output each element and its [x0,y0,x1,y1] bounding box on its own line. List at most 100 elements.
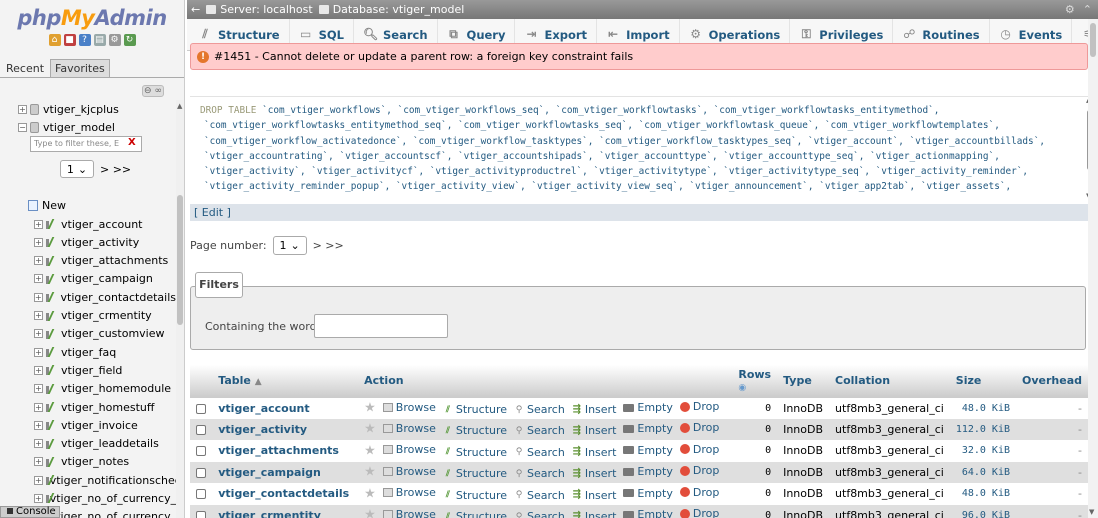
row-size[interactable]: 32.0 KiB [949,440,1016,462]
expand-node-icon[interactable]: + [34,439,43,449]
expand-node-icon[interactable]: + [34,365,43,375]
table-row[interactable]: vtiger_activity ★ Browse ⫽ Structure ⚲ Search… [190,418,1088,440]
expand-node-icon[interactable]: + [18,104,27,114]
nav-scrollbar[interactable]: ▲ [176,100,184,518]
edit-link[interactable]: [ Edit ] [194,206,231,219]
tree-table[interactable]: + vtiger_contactdetails [0,288,176,306]
action-insert[interactable]: ⇶ Insert [572,424,617,437]
action-structure[interactable]: ⫽ Structure [443,403,507,416]
reload-icon[interactable]: ↻ [123,34,136,46]
action-drop[interactable]: Drop [679,400,719,413]
action-search[interactable]: ⚲ Search [514,467,565,480]
home-icon[interactable]: ⌂ [48,34,61,46]
row-checkbox[interactable] [196,424,206,435]
table-filter-input[interactable]: Type to filter these, E [30,136,142,152]
action-search[interactable]: ⚲ Search [514,403,565,416]
favorite-star-icon[interactable]: ★ [364,486,376,501]
table-row[interactable]: vtiger_campaign ★ Browse ⫽ Structure ⚲ Search… [190,461,1088,483]
favorite-star-icon[interactable]: ★ [364,422,376,437]
header-rows[interactable]: Rows ◉ [732,365,778,398]
action-search[interactable]: ⚲ Search [514,510,565,518]
table-name[interactable]: vtiger_attachments [212,440,359,462]
page-scrollbar[interactable]: ▼ [1088,19,1098,518]
action-empty[interactable]: Empty [623,401,673,414]
header-overhead[interactable]: Overhead [1016,365,1088,398]
table-name[interactable]: vtiger_activity [212,418,359,440]
row-checkbox[interactable] [196,489,206,500]
expand-node-icon[interactable]: + [34,457,43,467]
favorite-star-icon[interactable]: ★ [364,443,376,458]
tree-table[interactable]: + vtiger_field [0,361,176,379]
expand-node-icon[interactable]: + [34,311,43,321]
collapse-node-icon[interactable]: − [18,122,27,132]
expand-node-icon[interactable]: + [34,402,43,412]
tree-table[interactable]: + vtiger_attachments [0,251,176,269]
tree-table[interactable]: + vtiger_notes [0,453,176,471]
breadcrumb-database[interactable]: Database: vtiger_model [318,3,464,16]
tree-new-table[interactable]: New [0,197,176,215]
row-size[interactable]: 48.0 KiB [949,483,1016,505]
tree-table[interactable]: + vtiger_activity [0,233,176,251]
expand-node-icon[interactable]: + [34,329,43,339]
expand-node-icon[interactable]: + [34,292,43,302]
action-empty[interactable]: Empty [623,508,673,518]
favorite-star-icon[interactable]: ★ [364,401,376,416]
action-search[interactable]: ⚲ Search [514,489,565,502]
nav-scrollbar-thumb[interactable] [177,195,183,325]
clear-filter-icon[interactable]: X [128,137,136,148]
action-structure[interactable]: ⫽ Structure [443,489,507,502]
table-name[interactable]: vtiger_contactdetails [212,483,359,505]
tree-table[interactable]: + vtiger_homestuff [0,398,176,416]
sql-docs-icon[interactable]: ▤ [93,34,106,46]
expand-node-icon[interactable]: + [34,237,43,247]
row-checkbox[interactable] [196,467,206,478]
table-name[interactable]: vtiger_crmentity [212,504,359,518]
back-arrow-icon[interactable]: ← [191,3,200,16]
settings-icon[interactable]: ⚙ [1065,3,1075,16]
action-insert[interactable]: ⇶ Insert [572,446,617,459]
row-size[interactable]: 96.0 KiB [949,504,1016,518]
expand-node-icon[interactable]: + [34,347,43,357]
action-insert[interactable]: ⇶ Insert [572,403,617,416]
row-checkbox[interactable] [196,446,206,457]
favorite-star-icon[interactable]: ★ [364,465,376,480]
settings-icon[interactable]: ⚙ [108,34,121,46]
tree-table[interactable]: + vtiger_no_of_currency_ [0,489,176,507]
expand-node-icon[interactable]: + [34,420,43,430]
row-size[interactable]: 64.0 KiB [949,461,1016,483]
tree-table[interactable]: + vtiger_leaddetails [0,434,176,452]
action-drop[interactable]: Drop [679,486,719,499]
page-number-select[interactable]: 1 ⌄ [272,236,307,255]
next-page-link[interactable]: > >> [313,239,344,252]
tree-table[interactable]: + vtiger_campaign [0,270,176,288]
action-empty[interactable]: Empty [623,444,673,457]
action-empty[interactable]: Empty [623,465,673,478]
action-search[interactable]: ⚲ Search [514,446,565,459]
header-table[interactable]: Table ▲ [212,365,359,398]
filter-input[interactable] [314,314,448,338]
tree-page-select[interactable]: 1 ⌄ [60,160,94,178]
expand-node-icon[interactable]: + [34,256,43,266]
expand-node-icon[interactable]: + [34,384,43,394]
tree-table[interactable]: + vtiger_invoice [0,416,176,434]
tree-table[interactable]: + vtiger_account [0,215,176,233]
action-browse[interactable]: Browse [382,443,436,456]
table-row[interactable]: vtiger_contactdetails ★ Browse ⫽ Structure ⚲… [190,483,1088,505]
expand-node-icon[interactable]: + [34,493,43,503]
breadcrumb-server[interactable]: Server: localhost [206,3,313,16]
docs-icon[interactable]: ? [78,34,91,46]
action-structure[interactable]: ⫽ Structure [443,510,507,518]
action-insert[interactable]: ⇶ Insert [572,510,617,518]
action-browse[interactable]: Browse [382,465,436,478]
expand-node-icon[interactable]: + [34,274,43,284]
tree-table[interactable]: + vtiger_homemodule [0,380,176,398]
tab-recent[interactable]: Recent [2,60,49,77]
row-size[interactable]: 48.0 KiB [949,397,1016,419]
tree-table[interactable]: + vtiger_customview [0,325,176,343]
row-checkbox[interactable] [196,510,206,518]
action-drop[interactable]: Drop [679,443,719,456]
scroll-down-icon[interactable]: ▼ [1089,508,1094,516]
row-checkbox[interactable] [196,403,206,414]
action-structure[interactable]: ⫽ Structure [443,446,507,459]
action-structure[interactable]: ⫽ Structure [443,424,507,437]
